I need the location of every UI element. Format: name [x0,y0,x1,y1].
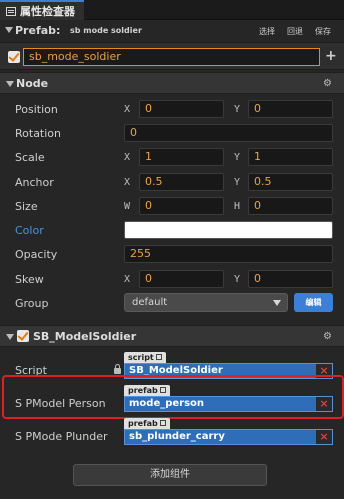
node-section-header[interactable]: Node ⚙ [0,72,344,94]
script-tag: script [124,352,166,363]
node-name-row: sb_mode_soldier + [0,42,344,70]
opacity-label: Opacity [15,248,58,261]
gear-icon[interactable]: ⚙ [323,331,332,342]
panel-tab-bar: 属性检查器 [0,0,344,20]
anchor-label: Anchor [15,176,54,189]
prefab-select-button[interactable]: 选择 [259,26,275,37]
position-label: Position [15,103,58,116]
inspector-icon [6,6,16,16]
rotation-input[interactable]: 0 [124,124,333,142]
color-label: Color [15,224,44,237]
y-axis-label: Y [234,274,241,285]
chevron-down-icon [273,300,281,306]
component-title: SB_ModelSoldier [33,330,137,343]
skew-y-input[interactable]: 0 [248,270,333,288]
open-link-icon[interactable] [159,420,166,426]
opacity-input[interactable]: 255 [124,245,333,263]
color-swatch[interactable] [124,221,333,239]
prefab-save-button[interactable]: 保存 [315,26,331,37]
position-y-input[interactable]: 0 [248,100,333,118]
section-title: Node [16,77,49,90]
tab-inspector[interactable]: 属性检查器 [0,0,84,20]
h-axis-label: H [234,201,241,212]
tab-label: 属性检查器 [20,5,75,18]
group-select-value: default [132,297,168,308]
scale-x-input[interactable]: 1 [139,148,224,166]
group-select[interactable]: default [124,293,288,312]
x-axis-label: X [124,177,131,188]
component-section-header[interactable]: SB_ModelSoldier ⚙ [0,325,344,347]
lock-icon [114,364,121,374]
model-plunder-field[interactable]: sb_plunder_carry × [124,429,333,445]
y-axis-label: Y [234,177,241,188]
prefab-bar: Prefab: sb mode soldier 选择 回退 保存 [0,20,344,42]
component-enabled-checkbox[interactable] [17,330,29,342]
group-edit-button[interactable]: 编辑 [294,293,333,312]
w-axis-label: W [124,201,131,212]
prefab-revert-button[interactable]: 回退 [287,26,303,37]
x-axis-label: X [124,152,131,163]
size-w-input[interactable]: 0 [139,197,224,215]
collapse-arrow-icon [6,334,14,340]
node-active-checkbox[interactable] [8,51,20,63]
add-component-button[interactable]: 添加组件 [73,464,267,486]
prefab-tag: prefab [124,418,170,429]
prefab-label: Prefab: [5,24,60,37]
gear-icon[interactable]: ⚙ [323,78,332,89]
anchor-y-input[interactable]: 0.5 [248,173,333,191]
x-axis-label: X [124,274,131,285]
size-h-input[interactable]: 0 [248,197,333,215]
node-name-input[interactable]: sb_mode_soldier [23,48,320,66]
x-axis-label: X [124,104,131,115]
open-link-icon[interactable] [155,354,162,360]
y-axis-label: Y [234,152,241,163]
annotation-highlight-box [2,375,344,419]
group-label: Group [15,297,49,310]
clear-icon[interactable]: × [316,430,332,444]
model-plunder-value: sb_plunder_carry [129,431,225,442]
scale-label: Scale [15,151,45,164]
scale-y-input[interactable]: 1 [248,148,333,166]
position-x-input[interactable]: 0 [139,100,224,118]
collapse-arrow-icon[interactable] [5,27,13,33]
size-label: Size [15,200,38,213]
model-plunder-label: S PMode Plunder [15,430,108,443]
anchor-x-input[interactable]: 0.5 [139,173,224,191]
rotation-label: Rotation [15,127,62,140]
prefab-name: sb mode soldier [70,26,142,35]
add-icon[interactable]: + [325,48,337,64]
collapse-arrow-icon [6,81,14,87]
y-axis-label: Y [234,104,241,115]
skew-x-input[interactable]: 0 [139,270,224,288]
skew-label: Skew [15,273,44,286]
